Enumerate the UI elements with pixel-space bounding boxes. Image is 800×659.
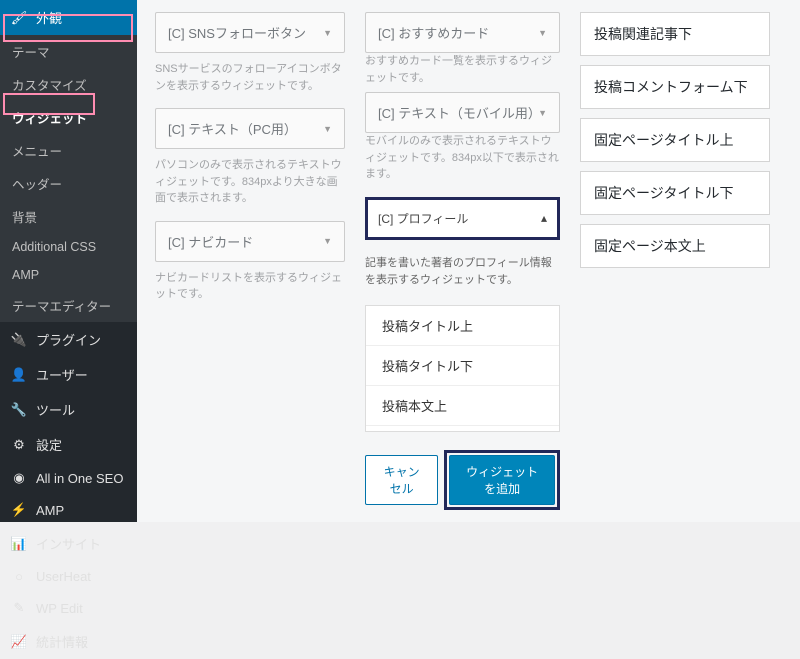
menu-label: プラグイン: [36, 330, 101, 349]
widget-title: [C] おすすめカード: [378, 23, 489, 42]
widget-chooser-item[interactable]: [C] おすすめカード ▼: [365, 12, 560, 53]
menu-icon: ✎: [10, 600, 28, 616]
widget-profile-header[interactable]: [C] プロフィール ▴: [365, 197, 560, 240]
menu-item-4[interactable]: ◉ All in One SEO: [0, 462, 137, 494]
area-option-0[interactable]: 投稿タイトル上: [366, 306, 559, 346]
menu-appearance[interactable]: 🖌 外観: [0, 0, 137, 35]
caret-down-icon: ▼: [323, 124, 332, 134]
menu-icon: ⚡: [10, 502, 28, 518]
menu-label: WP Edit: [36, 601, 83, 616]
submenu-8[interactable]: テーマエディター: [0, 289, 137, 322]
menu-icon: ◉: [10, 470, 28, 486]
widget-area-select[interactable]: 投稿タイトル上投稿タイトル下投稿本文上投稿本文中✔投稿本文下投稿SNSボタン上投…: [365, 305, 560, 432]
option-label: 投稿本文上: [382, 399, 447, 414]
menu-label: ユーザー: [36, 365, 88, 384]
menu-item-0[interactable]: 🔌 プラグイン: [0, 322, 137, 357]
admin-sidebar: 🖌 外観 テーマカスタマイズウィジェットメニューヘッダー背景Additional…: [0, 0, 137, 522]
widget-profile-desc: 記事を書いた著者のプロフィール情報を表示するウィジェットです。: [365, 255, 560, 289]
submenu-3[interactable]: メニュー: [0, 134, 137, 167]
widget-chooser-item[interactable]: [C] SNSフォローボタン ▼: [155, 12, 345, 53]
submenu-5[interactable]: 背景: [0, 200, 137, 233]
add-widget-button[interactable]: ウィジェットを追加: [449, 455, 555, 505]
widget-desc: SNSサービスのフォローアイコンボタンを表示するウィジェットです。: [155, 61, 345, 94]
menu-icon: ⚙: [10, 437, 28, 453]
submenu-7[interactable]: AMP: [0, 261, 137, 289]
menu-label: 統計情報: [36, 632, 88, 651]
widget-area-4[interactable]: 固定ページ本文上: [580, 224, 770, 268]
menu-item-1[interactable]: 👤 ユーザー: [0, 357, 137, 392]
menu-item-2[interactable]: 🔧 ツール: [0, 392, 137, 427]
caret-up-icon: ▴: [541, 211, 547, 225]
widget-area-list: 投稿関連記事下投稿コメントフォーム下固定ページタイトル上固定ページタイトル下固定…: [580, 12, 770, 510]
widget-chooser-item[interactable]: [C] ナビカード ▼: [155, 221, 345, 262]
widget-column-mid: [C] おすすめカード ▼ おすすめカード一覧を表示するウィジェットです。 [C] テ…: [365, 12, 560, 510]
menu-item-7[interactable]: ○ UserHeat: [0, 561, 137, 592]
widget-title: [C] テキスト（モバイル用）: [378, 103, 538, 122]
widget-area-0[interactable]: 投稿関連記事下: [580, 12, 770, 56]
highlight-add-button: ウィジェットを追加: [444, 450, 560, 510]
widget-area-3[interactable]: 固定ページタイトル下: [580, 171, 770, 215]
brush-icon: 🖌: [10, 10, 28, 26]
area-option-3[interactable]: 投稿本文中: [366, 426, 559, 432]
menu-label: All in One SEO: [36, 471, 123, 486]
menu-icon: 👤: [10, 367, 28, 383]
widget-area-2[interactable]: 固定ページタイトル上: [580, 118, 770, 162]
menu-item-8[interactable]: ✎ WP Edit: [0, 592, 137, 624]
menu-label: UserHeat: [36, 569, 91, 584]
menu-icon: 🔧: [10, 402, 28, 418]
widget-title: [C] ナビカード: [168, 232, 253, 251]
caret-down-icon: ▼: [323, 236, 332, 246]
widget-title: [C] テキスト（PC用）: [168, 119, 297, 138]
widget-chooser-item[interactable]: [C] テキスト（モバイル用）▼: [365, 92, 560, 133]
menu-icon: 📊: [10, 536, 28, 552]
cancel-button[interactable]: キャンセル: [365, 455, 438, 505]
widget-desc: おすすめカード一覧を表示するウィジェットです。: [365, 53, 560, 86]
menu-item-9[interactable]: 📈 統計情報: [0, 624, 137, 659]
widget-actions: キャンセル ウィジェットを追加: [365, 450, 560, 510]
menu-item-3[interactable]: ⚙ 設定: [0, 427, 137, 462]
menu-appearance-label: 外観: [36, 8, 62, 27]
area-option-2[interactable]: 投稿本文上: [366, 386, 559, 426]
submenu-0[interactable]: テーマ: [0, 35, 137, 68]
menu-label: ツール: [36, 400, 75, 419]
submenu-2[interactable]: ウィジェット: [0, 101, 137, 134]
widget-desc: パソコンのみで表示されるテキストウィジェットです。834pxより大きな画面で表示…: [155, 157, 345, 207]
submenu-1[interactable]: カスタマイズ: [0, 68, 137, 101]
caret-down-icon: ▼: [323, 28, 332, 38]
widget-area-1[interactable]: 投稿コメントフォーム下: [580, 65, 770, 109]
widget-desc: モバイルのみで表示されるテキストウィジェットです。834px以下で表示されます。: [365, 133, 560, 183]
caret-down-icon: ▼: [538, 108, 547, 118]
menu-item-5[interactable]: ⚡ AMP: [0, 494, 137, 526]
menu-label: AMP: [36, 503, 64, 518]
menu-item-6[interactable]: 📊 インサイト: [0, 526, 137, 561]
widget-chooser-item[interactable]: [C] テキスト（PC用） ▼: [155, 108, 345, 149]
caret-down-icon: ▼: [538, 28, 547, 38]
option-label: 投稿タイトル上: [382, 319, 473, 334]
menu-label: 設定: [36, 435, 62, 454]
option-label: 投稿タイトル下: [382, 359, 473, 374]
widget-profile-title: [C] プロフィール: [378, 210, 468, 227]
menu-icon: 🔌: [10, 332, 28, 348]
area-option-1[interactable]: 投稿タイトル下: [366, 346, 559, 386]
submenu-4[interactable]: ヘッダー: [0, 167, 137, 200]
main-content: [C] SNSフォローボタン ▼ SNSサービスのフォローアイコンボタンを表示するウ…: [137, 0, 800, 522]
submenu-6[interactable]: Additional CSS: [0, 233, 137, 261]
menu-label: インサイト: [36, 534, 101, 553]
menu-icon: ○: [10, 569, 28, 584]
widget-desc: ナビカードリストを表示するウィジェットです。: [155, 270, 345, 303]
menu-icon: 📈: [10, 634, 28, 650]
widget-title: [C] SNSフォローボタン: [168, 23, 306, 42]
widget-column-left: [C] SNSフォローボタン ▼ SNSサービスのフォローアイコンボタンを表示するウ…: [155, 12, 345, 510]
